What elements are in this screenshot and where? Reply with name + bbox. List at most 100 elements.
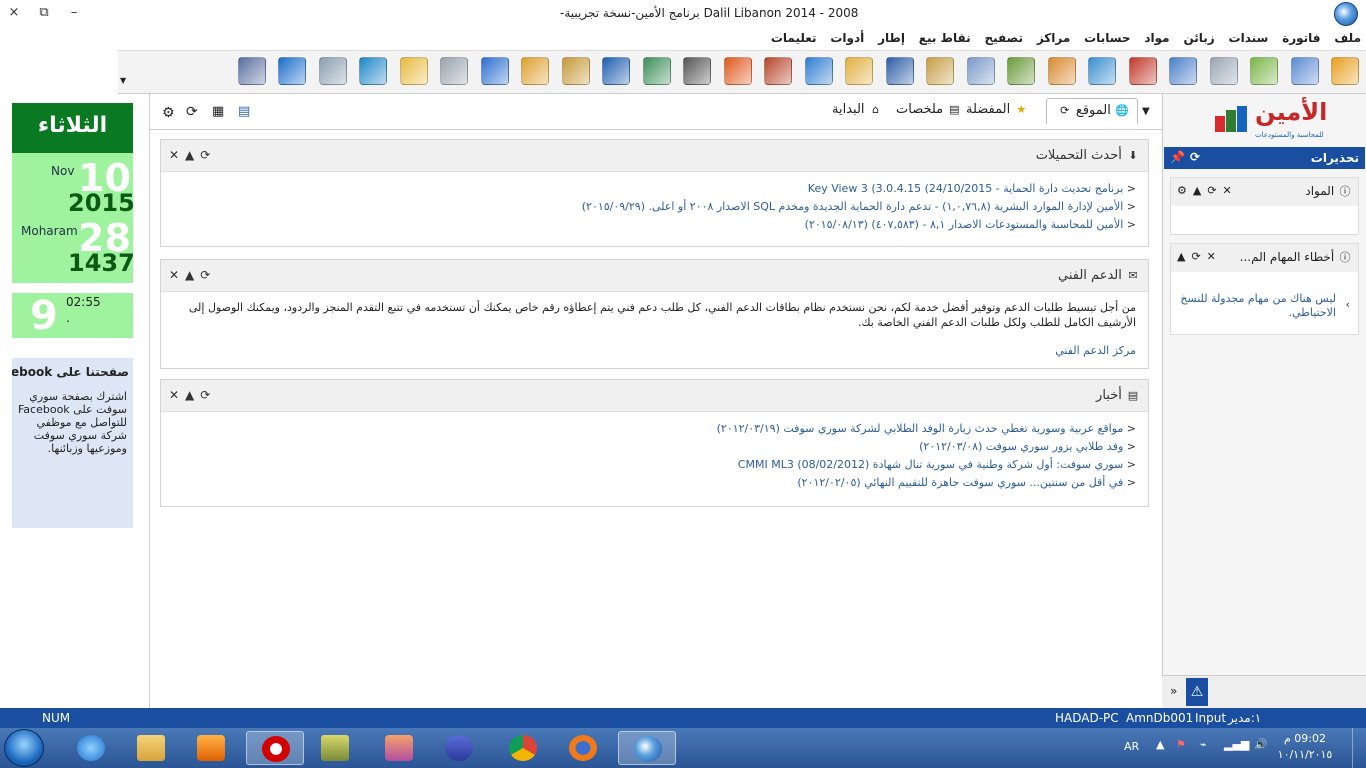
taskbar-opera[interactable] <box>246 731 304 765</box>
materials-title: ⓘ المواد <box>1305 184 1351 198</box>
toolbar-button[interactable] <box>1128 56 1158 86</box>
toolbar-button[interactable] <box>601 56 631 86</box>
chevron-right-icon[interactable]: › <box>1346 298 1350 312</box>
language-indicator[interactable]: AR <box>1124 740 1139 753</box>
refresh-icon[interactable]: ⟳ <box>186 104 198 120</box>
menu-file[interactable]: ملف <box>1329 28 1366 48</box>
list-view-icon[interactable]: ▤ <box>238 104 250 119</box>
taskbar-explorer[interactable] <box>122 731 180 765</box>
toolbar-button[interactable] <box>318 56 348 86</box>
toolbar-button[interactable] <box>399 56 429 86</box>
menu-browse[interactable]: تصفيح <box>980 28 1029 48</box>
close-button[interactable]: × <box>4 5 24 20</box>
tab-menu-chevron-icon[interactable]: ▼ <box>1142 106 1150 117</box>
toolbar-button[interactable] <box>520 56 550 86</box>
tab-favorites[interactable]: ★ المفضلة <box>958 98 1036 124</box>
taskbar-infinity[interactable] <box>430 731 488 765</box>
menu-accounts[interactable]: حسابات <box>1079 28 1135 48</box>
toolbar-button[interactable] <box>1168 56 1198 86</box>
menu-help[interactable]: تعليمات <box>766 28 822 48</box>
expand-icon[interactable]: » <box>1170 684 1177 698</box>
power-icon[interactable]: ⌁ <box>1200 738 1207 751</box>
tasks-title: ⓘ أخطاء المهام الم... <box>1239 250 1351 264</box>
support-center-link[interactable]: مركز الدعم الفني <box>173 342 1136 360</box>
portlet-controls[interactable]: ✕⟳▲⚙ <box>1177 184 1238 197</box>
list-item[interactable]: < الأمين للمحاسبة والمستودعات الاصدار ٨,… <box>173 216 1136 234</box>
toolbar-button[interactable] <box>561 56 591 86</box>
flag-icon[interactable]: ⚑ <box>1176 738 1186 751</box>
portlet-controls[interactable]: ✕▲⟳ <box>169 388 216 402</box>
toolbar-button[interactable] <box>885 56 915 86</box>
volume-icon[interactable]: 🔊 <box>1254 738 1268 751</box>
portlet-controls[interactable]: ✕⟳▲ <box>1177 250 1222 263</box>
toolbar-button[interactable] <box>844 56 874 86</box>
toolbar-button[interactable] <box>237 56 267 86</box>
pin-icon[interactable]: 📌 <box>1170 150 1185 164</box>
toolbar-button[interactable] <box>1290 56 1320 86</box>
minimize-button[interactable]: – <box>64 5 84 20</box>
menu-customers[interactable]: زبائن <box>1178 28 1219 48</box>
start-button[interactable] <box>4 729 44 767</box>
list-item[interactable]: < سوري سوفت: أول شركة وطنية في سورية تنا… <box>173 456 1136 474</box>
taskbar-media[interactable] <box>182 731 240 765</box>
toolbar-button[interactable] <box>925 56 955 86</box>
toolbar-overflow-icon[interactable]: ▼ <box>120 76 126 85</box>
menu-pos[interactable]: نقاط بيع <box>914 28 976 48</box>
taskbar-chrome[interactable] <box>494 731 552 765</box>
toolbar-button[interactable] <box>1209 56 1239 86</box>
tray-expand-icon[interactable]: ▲ <box>1156 738 1164 751</box>
tab-refresh-icon[interactable]: ⟳ <box>1058 104 1072 118</box>
menu-centers[interactable]: مراكز <box>1032 28 1075 48</box>
hijri-month: Moharam <box>21 224 78 238</box>
tray-date[interactable]: ١٠/١١/٢٠١٥ <box>1274 748 1336 761</box>
list-item[interactable]: < وفد طلابي يزور سوري سوفت (٢٠١٢/٠٣/٠٨) <box>173 438 1136 456</box>
taskbar-app9[interactable] <box>370 731 428 765</box>
network-icon[interactable]: ▂▄▆ <box>1224 738 1249 751</box>
tasks-portlet: ⓘ أخطاء المهام الم... ✕⟳▲ ليس هناك من مه… <box>1170 243 1359 335</box>
menu-materials[interactable]: مواد <box>1139 28 1174 48</box>
list-item[interactable]: < في أقل من سنتين... سوري سوفت جاهزة للت… <box>173 474 1136 492</box>
toolbar-button[interactable] <box>1006 56 1036 86</box>
toolbar-button[interactable] <box>763 56 793 86</box>
toolbar-button[interactable] <box>1047 56 1077 86</box>
show-desktop-button[interactable] <box>1352 728 1366 768</box>
menu-tools[interactable]: أدوات <box>825 28 869 48</box>
toolbar-button[interactable] <box>277 56 307 86</box>
taskbar-ie[interactable] <box>62 731 120 765</box>
tab-summaries[interactable]: ▤ ملخصات <box>888 98 969 124</box>
toolbar-tool-icon <box>562 57 590 85</box>
taskbar-firefox[interactable] <box>554 731 612 765</box>
tray-time[interactable]: 09:02 م <box>1280 732 1330 745</box>
toolbar-button[interactable] <box>1330 56 1360 86</box>
restore-button[interactable]: ⧉ <box>34 5 54 20</box>
tab-home[interactable]: ⌂ البداية <box>824 98 891 124</box>
menu-frame[interactable]: إطار <box>873 28 910 48</box>
toolbar-button[interactable] <box>966 56 996 86</box>
portlet-controls[interactable]: ✕▲⟳ <box>169 148 216 162</box>
list-item[interactable]: < مواقع عربية وسورية تغطي حدث زيارة الوف… <box>173 420 1136 438</box>
list-item[interactable]: < الأمين لإدارة الموارد البشرية (١,٠,٧٦,… <box>173 198 1136 216</box>
portlet-controls[interactable]: ✕▲⟳ <box>169 268 216 282</box>
toolbar-button[interactable] <box>723 56 753 86</box>
toolbar-button[interactable] <box>642 56 672 86</box>
toolbar-button[interactable] <box>358 56 388 86</box>
settings-gear-icon[interactable]: ⚙ <box>162 105 175 121</box>
toolbar-button[interactable] <box>480 56 510 86</box>
taskbar-tools[interactable] <box>306 731 364 765</box>
toolbar-button[interactable] <box>439 56 469 86</box>
toolbar-button[interactable] <box>804 56 834 86</box>
amin-logo: الأمين للمحاسبة والمستودعات <box>1215 98 1327 144</box>
toolbar-button[interactable] <box>1249 56 1279 86</box>
envelope-icon: ✉ <box>1128 268 1138 282</box>
taskbar-amin[interactable] <box>618 731 676 765</box>
app-icon[interactable] <box>1334 2 1358 26</box>
toolbar-button[interactable] <box>682 56 712 86</box>
grid-view-icon[interactable]: ▦ <box>212 104 224 119</box>
toolbar-button[interactable] <box>1087 56 1117 86</box>
menu-invoice[interactable]: فاتورة <box>1277 28 1325 48</box>
warning-icon[interactable]: ⚠ <box>1186 678 1208 706</box>
tab-site[interactable]: 🌐 الموقع ⟳ <box>1046 98 1138 124</box>
alerts-refresh-icon[interactable]: ⟳ <box>1190 150 1200 164</box>
list-item[interactable]: < برنامج تحديث دارة الحماية - Key View 3… <box>173 180 1136 198</box>
menu-vouchers[interactable]: سندات <box>1224 28 1274 48</box>
